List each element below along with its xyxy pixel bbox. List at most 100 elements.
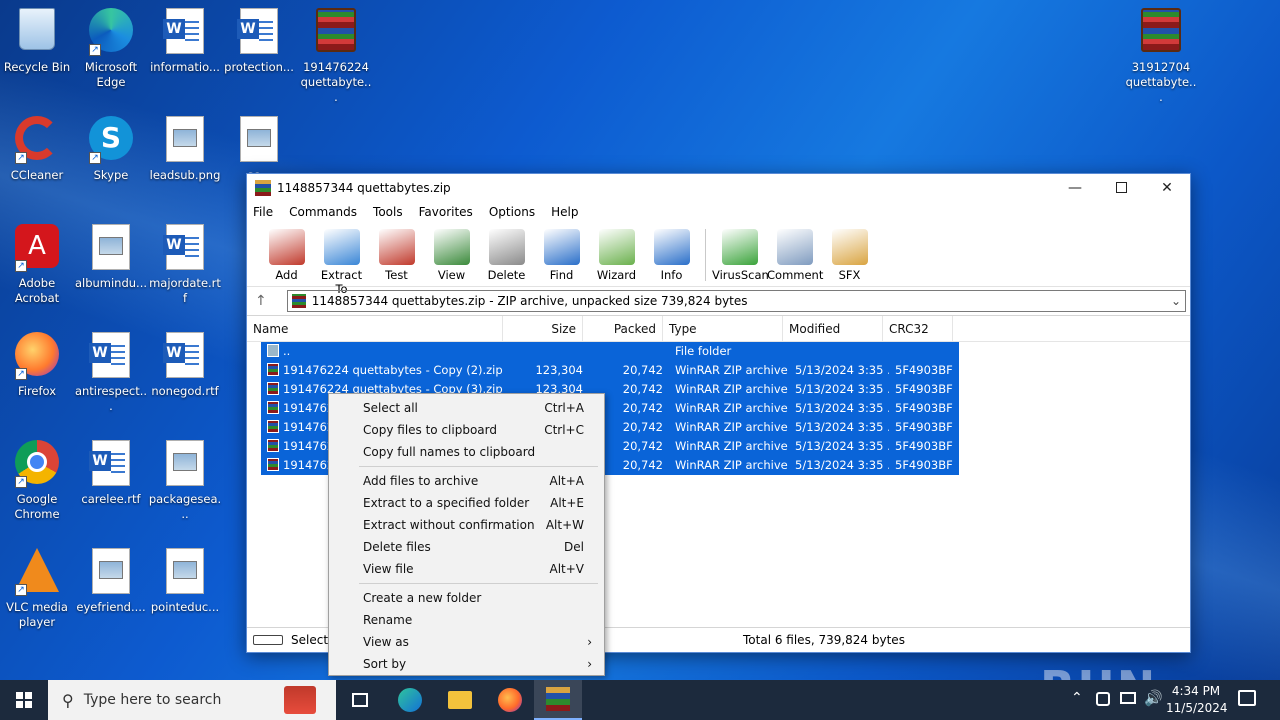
- menu-file[interactable]: File: [253, 205, 281, 219]
- clock[interactable]: 4:34 PM 11/5/2024: [1166, 683, 1228, 717]
- desktop-icon-label: eyefriend....: [76, 600, 146, 614]
- context-menu-item-copy-files-to-clipboard[interactable]: Copy files to clipboard Ctrl+C: [329, 419, 604, 441]
- desktop-icon-sc[interactable]: sc...: [222, 108, 296, 183]
- notification-icon[interactable]: [1238, 690, 1256, 706]
- shortcut-arrow-icon: ↗: [15, 260, 27, 272]
- column-header-size[interactable]: Size: [503, 316, 583, 341]
- context-menu-item-view-as[interactable]: View as ›: [329, 631, 604, 653]
- context-menu-item-copy-full-names-to-clipboard[interactable]: Copy full names to clipboard: [329, 441, 604, 463]
- zip-file-icon: [267, 439, 279, 452]
- desktop-icon-eyefriend[interactable]: eyefriend....: [74, 540, 148, 615]
- desktop-icon-label: Google Chrome: [14, 492, 60, 521]
- toolbar-info-button[interactable]: Info: [644, 223, 699, 282]
- desktop-icon-majordate-rtf[interactable]: Wmajordate.rtf: [148, 216, 222, 306]
- context-menu-item-extract-without-confirmation[interactable]: Extract without confirmation Alt+W: [329, 514, 604, 536]
- context-menu-item-sort-by[interactable]: Sort by ›: [329, 653, 604, 675]
- task-view-button[interactable]: [336, 680, 384, 720]
- menu-item-label: Copy full names to clipboard: [363, 445, 536, 459]
- toolbar-view-button[interactable]: View: [424, 223, 479, 282]
- file-cell-type: WinRAR ZIP archive: [669, 418, 789, 437]
- chevron-down-icon[interactable]: ⌄: [1167, 294, 1185, 308]
- toolbar-extract-to-button[interactable]: Extract To: [314, 223, 369, 296]
- desktop-icon-firefox[interactable]: ↗ Firefox: [0, 324, 74, 399]
- start-button[interactable]: [0, 680, 48, 720]
- context-menu-item-select-all[interactable]: Select all Ctrl+A: [329, 397, 604, 419]
- column-header-modified[interactable]: Modified: [783, 316, 883, 341]
- toolbar-label: View: [437, 268, 466, 282]
- desktop-icon-nonegod-rtf[interactable]: Wnonegod.rtf: [148, 324, 222, 399]
- maximize-button[interactable]: [1098, 174, 1144, 201]
- toolbar-find-button[interactable]: Find: [534, 223, 589, 282]
- context-menu-item-view-file[interactable]: View file Alt+V: [329, 558, 604, 580]
- desktop-icon-label: CCleaner: [10, 168, 64, 182]
- column-header-packed[interactable]: Packed: [583, 316, 663, 341]
- chevron-up-icon[interactable]: ⌃: [1071, 690, 1083, 706]
- desktop-icon-antirespect[interactable]: Wantirespect...: [74, 324, 148, 414]
- menu-options[interactable]: Options: [489, 205, 543, 219]
- desktop-icon-skype[interactable]: S ↗ Skype: [74, 108, 148, 183]
- chevron-right-icon: ›: [587, 635, 592, 649]
- volume-icon[interactable]: 🔊: [1144, 689, 1163, 707]
- virusscan-icon: [721, 229, 758, 265]
- context-menu-item-rename[interactable]: Rename: [329, 609, 604, 631]
- desktop-icon-ccleaner[interactable]: ↗ CCleaner: [0, 108, 74, 183]
- edge-taskbar-button[interactable]: [386, 680, 434, 720]
- file-row[interactable]: .. File folder: [261, 342, 1190, 361]
- clock-date: 11/5/2024: [1166, 701, 1228, 715]
- desktop-icon-packagesea[interactable]: packagesea...: [148, 432, 222, 522]
- column-header-name[interactable]: Name: [247, 316, 503, 341]
- title-bar[interactable]: 1148857344 quettabytes.zip — ✕: [247, 174, 1190, 201]
- firefox-taskbar-button[interactable]: [486, 680, 534, 720]
- toolbar-comment-button[interactable]: Comment: [767, 223, 823, 282]
- minimize-button[interactable]: —: [1052, 174, 1098, 201]
- toolbar-label: Add: [275, 268, 298, 282]
- desktop-icon-recycle-bin[interactable]: Recycle Bin: [0, 0, 74, 75]
- desktop-icon-albumindu[interactable]: albumindu...: [74, 216, 148, 291]
- context-menu-item-delete-files[interactable]: Delete files Del: [329, 536, 604, 558]
- desktop-icon-protection[interactable]: Wprotection...: [222, 0, 296, 75]
- menu-tools[interactable]: Tools: [373, 205, 411, 219]
- image-icon: [87, 224, 135, 272]
- winrar-taskbar-button[interactable]: [534, 680, 582, 720]
- column-header-type[interactable]: Type: [663, 316, 783, 341]
- desktop-icon-informatio[interactable]: Winformatio...: [148, 0, 222, 75]
- acrobat-icon: A ↗: [13, 224, 61, 272]
- desktop-icon-leadsub-png[interactable]: leadsub.png: [148, 108, 222, 183]
- monitor-icon[interactable]: [1120, 692, 1136, 704]
- toolbar-wizard-button[interactable]: Wizard: [589, 223, 644, 282]
- desktop-icon-191476224-quettabyte[interactable]: 191476224 quettabyte...: [299, 0, 373, 105]
- desktop-icon-microsoft-edge[interactable]: ↗ Microsoft Edge: [74, 0, 148, 90]
- menu-help[interactable]: Help: [551, 205, 586, 219]
- context-menu-item-create-a-new-folder[interactable]: Create a new folder: [329, 587, 604, 609]
- toolbar-delete-button[interactable]: Delete: [479, 223, 534, 282]
- file-row[interactable]: 191476224 quettabytes - Copy (2).zip 123,…: [261, 361, 1190, 380]
- toolbar-test-button[interactable]: Test: [369, 223, 424, 282]
- desktop-icon-31912704-quettabyte[interactable]: 31912704 quettabyte...: [1124, 0, 1198, 105]
- close-button[interactable]: ✕: [1144, 174, 1190, 201]
- toolbar-sfx-button[interactable]: SFX: [822, 223, 877, 282]
- column-header-crc32[interactable]: CRC32: [883, 316, 953, 341]
- file-explorer-button[interactable]: [436, 680, 484, 720]
- windows-logo-icon: [16, 692, 32, 708]
- taskbar-search-box[interactable]: ⚲ Type here to search: [48, 680, 336, 720]
- context-menu-item-extract-to-a-specified-folder[interactable]: Extract to a specified folder Alt+E: [329, 492, 604, 514]
- zip-file-icon: [267, 401, 279, 414]
- desktop-icon-carelee-rtf[interactable]: Wcarelee.rtf: [74, 432, 148, 507]
- context-menu-item-add-files-to-archive[interactable]: Add files to archive Alt+A: [329, 470, 604, 492]
- desktop-icon-vlc-media-player[interactable]: ↗ VLC media player: [0, 540, 74, 630]
- network-icon[interactable]: [1096, 692, 1110, 706]
- up-arrow-icon[interactable]: ↑: [255, 293, 267, 309]
- menu-favorites[interactable]: Favorites: [419, 205, 481, 219]
- menu-commands[interactable]: Commands: [289, 205, 365, 219]
- desktop-icon-label: antirespect...: [74, 384, 148, 413]
- image-icon: [87, 548, 135, 596]
- desktop-icon-google-chrome[interactable]: ↗ Google Chrome: [0, 432, 74, 522]
- toolbar-add-button[interactable]: Add: [259, 223, 314, 282]
- desktop-icon-pointeduc[interactable]: pointeduc...: [148, 540, 222, 615]
- address-field[interactable]: 1148857344 quettabytes.zip - ZIP archive…: [286, 290, 1186, 312]
- toolbar-label: VirusScan: [712, 268, 769, 282]
- toolbar-virusscan-button[interactable]: VirusScan: [712, 223, 769, 282]
- desktop-icon-label: packagesea...: [148, 492, 222, 521]
- file-cell-crc: [889, 342, 959, 361]
- desktop-icon-adobe-acrobat[interactable]: A ↗ Adobe Acrobat: [0, 216, 74, 306]
